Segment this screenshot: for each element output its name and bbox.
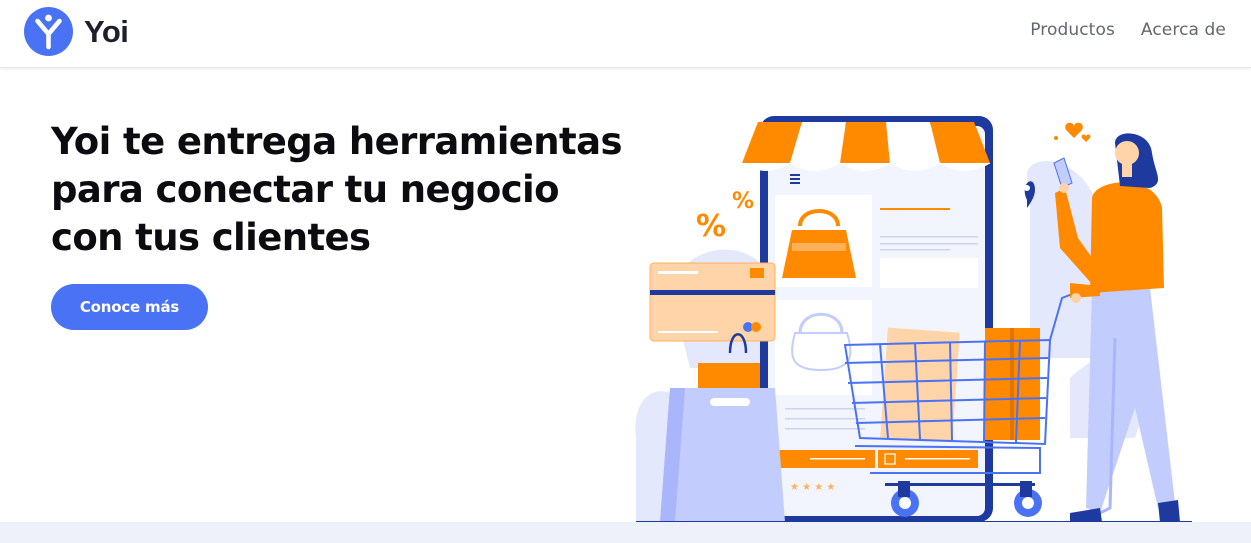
svg-text:★ ★ ★ ★: ★ ★ ★ ★ <box>790 482 835 493</box>
conoce-mas-button[interactable]: Conoce más <box>51 284 208 330</box>
percent-label: % <box>696 209 726 244</box>
yoi-logo-icon <box>24 7 73 56</box>
hero-title: Yoi te entrega herramientas para conecta… <box>51 120 622 259</box>
nav-link-acerca-de[interactable]: Acerca de <box>1141 20 1226 40</box>
nav-link-productos[interactable]: Productos <box>1030 20 1115 40</box>
brand-name: Yoi <box>84 13 129 49</box>
percent-label: % <box>732 189 754 214</box>
bottom-section-band <box>0 522 1251 543</box>
brand-logo-link[interactable]: Yoi <box>24 7 129 56</box>
navbar: Yoi Productos Acerca de <box>0 0 1251 68</box>
main-nav: Productos Acerca de <box>1004 20 1226 40</box>
shopping-illustration: ★ ★ ★ ★ % % <box>635 116 1192 523</box>
